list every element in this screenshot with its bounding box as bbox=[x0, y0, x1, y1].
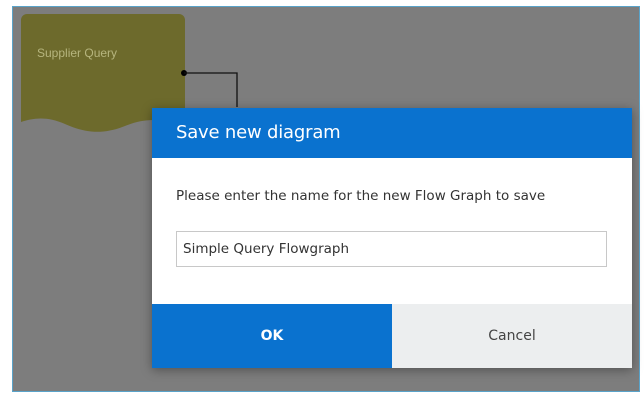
diagram-name-input[interactable] bbox=[176, 231, 607, 267]
cancel-button[interactable]: Cancel bbox=[392, 304, 632, 368]
dialog-prompt: Please enter the name for the new Flow G… bbox=[176, 188, 546, 204]
ok-button[interactable]: OK bbox=[152, 304, 392, 368]
app-frame: Supplier Query Save new diagram Please e… bbox=[0, 0, 644, 394]
save-diagram-dialog: Save new diagram Please enter the name f… bbox=[152, 108, 632, 368]
connector-path bbox=[184, 72, 238, 107]
node-label: Supplier Query bbox=[37, 46, 118, 60]
dialog-title: Save new diagram bbox=[152, 108, 632, 158]
